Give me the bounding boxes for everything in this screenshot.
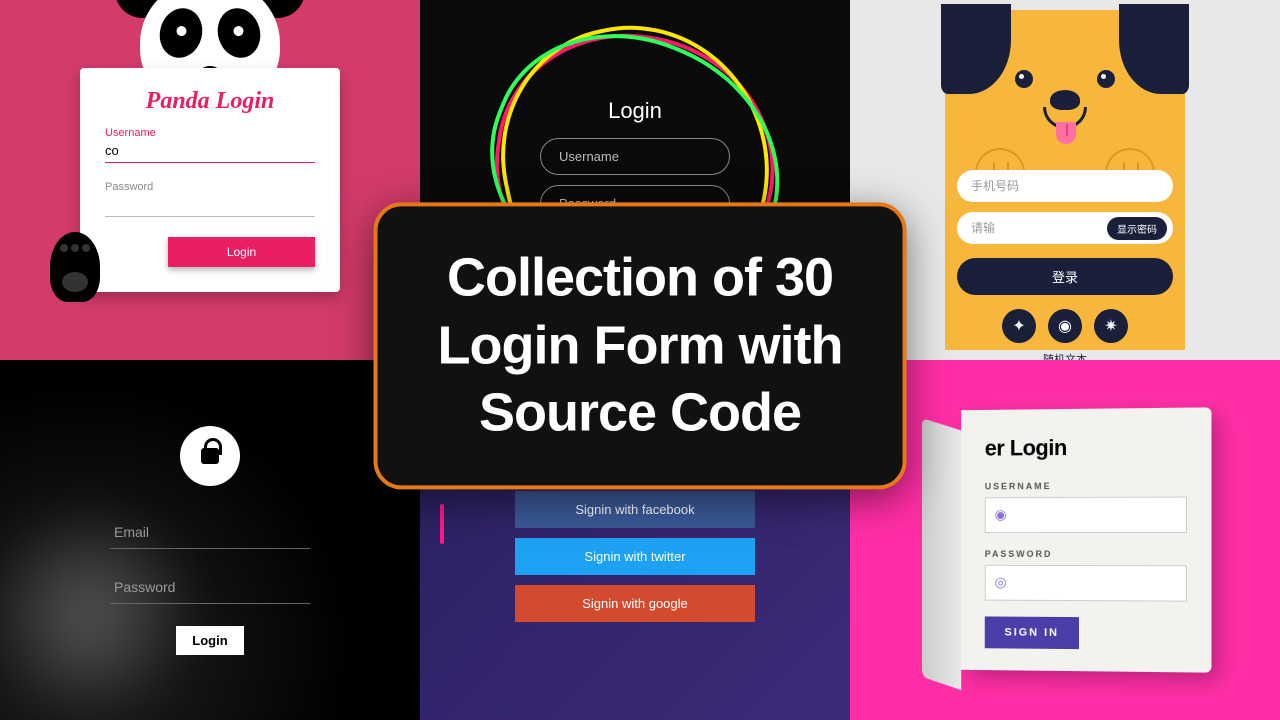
folded-login-preview: er Login USERNAME ◉ PASSWORD ◎ SIGN IN F… <box>850 360 1280 720</box>
fold-title: er Login <box>985 434 1187 462</box>
panda-login-preview: Panda Login Username Password Login <box>0 0 420 360</box>
signin-button[interactable]: SIGN IN <box>985 616 1079 649</box>
user-icon: ◉ <box>995 506 1007 523</box>
facebook-signin-button[interactable]: Signin with facebook <box>515 491 755 528</box>
username-label: USERNAME <box>985 480 1187 491</box>
dark-login-preview: Login <box>0 360 420 720</box>
fingerprint-icon: ◎ <box>995 574 1007 591</box>
login-button[interactable]: Login <box>176 626 243 655</box>
password-input[interactable] <box>110 571 310 604</box>
headline-text: Collection of 30 Login Form with Source … <box>438 244 843 446</box>
password-label: Password <box>105 181 315 193</box>
dog-eye-icon <box>1015 70 1033 88</box>
panda-title: Panda Login <box>105 88 315 115</box>
google-signin-button[interactable]: Signin with google <box>515 585 755 622</box>
phone-input[interactable] <box>957 170 1173 202</box>
dog-login-preview: 显示密码 登录 ✦ ◉ ✷ 随机文本 <box>850 0 1280 360</box>
login-button[interactable]: 登录 <box>957 258 1173 295</box>
password-input[interactable] <box>985 565 1187 602</box>
wechat-icon[interactable]: ✦ <box>1002 309 1036 343</box>
dog-snout-icon <box>1043 90 1087 129</box>
username-input[interactable] <box>540 138 730 175</box>
lock-icon <box>180 426 240 486</box>
username-input[interactable] <box>985 497 1187 534</box>
paw-social-icon[interactable]: ✷ <box>1094 309 1128 343</box>
footer-text: 随机文本 <box>957 351 1173 360</box>
password-input[interactable] <box>105 193 315 217</box>
dog-eye-icon <box>1097 70 1115 88</box>
username-input[interactable] <box>105 139 315 163</box>
dog-ear-icon <box>941 4 1011 94</box>
dog-ear-icon <box>1119 4 1189 94</box>
email-input[interactable] <box>110 516 310 549</box>
login-button[interactable]: Login <box>168 237 315 267</box>
panda-paw-icon <box>50 232 100 302</box>
neon-title: Login <box>540 98 730 124</box>
weibo-icon[interactable]: ◉ <box>1048 309 1082 343</box>
headline-banner: Collection of 30 Login Form with Source … <box>374 202 907 489</box>
password-label: PASSWORD <box>985 549 1187 559</box>
username-label: Username <box>105 127 315 139</box>
show-password-button[interactable]: 显示密码 <box>1107 217 1167 240</box>
twitter-signin-button[interactable]: Signin with twitter <box>515 538 755 575</box>
